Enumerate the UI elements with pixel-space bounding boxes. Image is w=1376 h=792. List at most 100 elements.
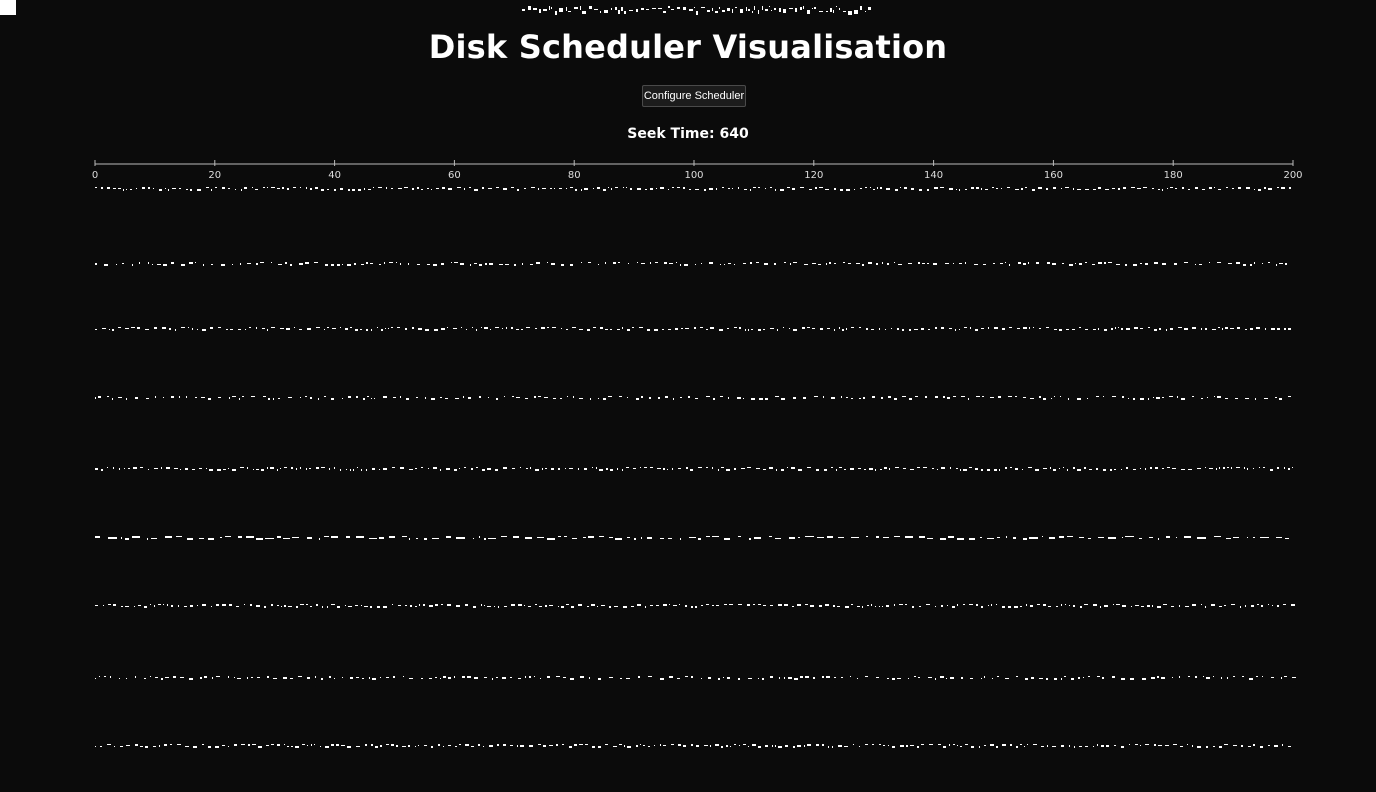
request-mark [1228, 263, 1232, 264]
request-mark [412, 188, 414, 190]
request-mark [1025, 678, 1028, 680]
request-mark [556, 676, 560, 677]
request-mark [424, 538, 427, 540]
request-mark [677, 678, 680, 679]
request-mark [775, 538, 781, 539]
request-mark [627, 746, 631, 748]
request-mark [609, 606, 611, 608]
request-mark [263, 187, 265, 188]
request-mark [860, 188, 862, 189]
request-mark [1218, 327, 1220, 328]
request-mark [1209, 262, 1210, 263]
request-mark [627, 397, 628, 398]
request-mark [501, 536, 507, 537]
request-mark [1047, 745, 1048, 747]
page-title: Disk Scheduler Visualisation [428, 28, 948, 66]
request-mark [1218, 189, 1221, 190]
request-mark [347, 746, 351, 748]
configure-scheduler-button[interactable]: Configure Scheduler [642, 85, 746, 107]
request-mark [549, 605, 553, 606]
request-mark [427, 264, 430, 265]
request-mark [331, 264, 334, 266]
request-mark [380, 677, 381, 678]
request-mark [1140, 263, 1142, 264]
request-mark [981, 469, 983, 471]
request-mark [823, 396, 824, 398]
request-mark [858, 468, 861, 469]
request-mark [481, 327, 482, 328]
request-mark [1268, 745, 1270, 746]
request-mark [623, 606, 627, 608]
request-mark [1098, 328, 1099, 330]
request-mark [202, 604, 206, 606]
request-mark [581, 262, 582, 263]
request-mark [1140, 468, 1141, 469]
request-mark [325, 264, 328, 266]
request-mark [851, 537, 859, 538]
request-mark [871, 604, 872, 606]
request-mark [961, 677, 963, 679]
request-mark [1261, 605, 1263, 607]
request-mark [776, 469, 777, 471]
request-mark [100, 746, 102, 747]
request-mark [473, 606, 476, 608]
request-mark [118, 188, 121, 189]
request-mark [126, 678, 127, 679]
request-mark [315, 187, 318, 189]
request-mark [758, 678, 759, 679]
request-mark [762, 678, 764, 680]
request-mark [535, 604, 537, 605]
request-mark [271, 604, 273, 606]
request-mark [1108, 262, 1112, 263]
request-mark [886, 188, 890, 190]
request-mark [1248, 746, 1251, 747]
request-mark [949, 744, 950, 746]
request-mark [502, 328, 503, 329]
request-mark [438, 744, 440, 746]
request-mark [538, 188, 539, 190]
caption-glitch-mark [836, 6, 837, 7]
request-mark [189, 262, 193, 264]
request-mark [710, 745, 711, 747]
request-mark [1060, 396, 1061, 397]
request-mark [820, 328, 823, 330]
request-mark [783, 327, 784, 328]
request-mark [521, 329, 523, 330]
request-mark [479, 264, 482, 266]
request-mark [910, 469, 914, 470]
request-mark [1262, 263, 1263, 264]
request-mark [126, 745, 130, 746]
request-mark [471, 746, 474, 747]
request-mark [839, 467, 842, 468]
request-mark [126, 189, 127, 190]
request-mark [1177, 396, 1178, 398]
request-mark [1087, 398, 1088, 399]
request-mark [294, 327, 295, 328]
request-mark [596, 467, 597, 469]
request-mark [606, 468, 608, 470]
request-mark [791, 467, 795, 469]
request-mark [965, 189, 967, 190]
request-mark [829, 262, 831, 264]
request-mark [898, 264, 902, 265]
request-mark [221, 264, 225, 266]
request-mark [538, 396, 541, 397]
request-mark [671, 744, 674, 745]
request-mark [516, 397, 520, 398]
request-mark [434, 329, 438, 331]
request-mark [902, 396, 906, 397]
request-mark [816, 744, 819, 746]
request-mark [724, 264, 725, 265]
request-mark [660, 678, 664, 680]
request-mark [495, 327, 499, 328]
caption-glitch-mark [555, 11, 557, 15]
request-mark [1201, 604, 1202, 605]
request-mark [281, 606, 282, 607]
request-mark [237, 678, 241, 679]
request-mark [945, 263, 949, 264]
request-mark [912, 606, 914, 608]
request-mark [502, 677, 506, 679]
request-mark [284, 467, 287, 468]
request-mark [872, 396, 875, 398]
request-mark [619, 396, 622, 397]
